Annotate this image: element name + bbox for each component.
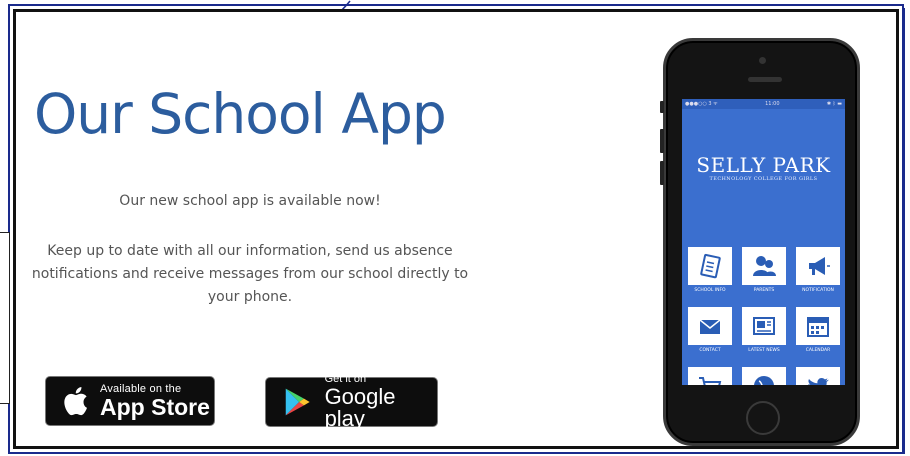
tile-label: CALENDAR <box>805 348 831 353</box>
tile-parents[interactable]: PARENTS <box>742 247 786 293</box>
tile-shop[interactable] <box>688 367 732 385</box>
google-play-button[interactable]: Get it on Google play <box>265 374 438 431</box>
globe-icon <box>754 376 774 385</box>
tile-contact[interactable]: CONTACT <box>688 307 732 353</box>
status-time: 11:00 <box>765 101 780 107</box>
phone-camera <box>759 57 766 64</box>
tile-label: CONTACT <box>699 348 721 353</box>
signal-indicator: ●●●○○ 3 ᯤ <box>685 101 718 107</box>
notebook-icon <box>700 253 721 279</box>
twitter-icon <box>808 378 829 385</box>
tile-label: PARENTS <box>753 288 775 293</box>
right-edge-bar <box>902 8 905 454</box>
school-name: SELLY PARK <box>696 153 831 177</box>
phone-mute-switch <box>660 101 664 113</box>
google-play-label: Google play <box>324 384 396 431</box>
apple-icon <box>64 387 87 416</box>
tile-notification[interactable]: NOTIFICATION <box>796 247 840 293</box>
battery-indicator: ✱ ᛒ ▬ <box>826 101 842 107</box>
app-description: Keep up to date with all our information… <box>31 243 469 305</box>
tile-school-info[interactable]: SCHOOL INFO <box>688 247 732 293</box>
app-store-label: App Store <box>100 393 210 420</box>
phone-volume-down <box>660 161 664 185</box>
people-icon <box>753 256 776 276</box>
app-available-text: Our new school app is available now! <box>119 193 381 209</box>
phone-volume-up <box>660 129 664 153</box>
phone-mockup: ●●●○○ 3 ᯤ 11:00 ✱ ᛒ ▬ SELLY PARK TECHNOL… <box>660 38 860 446</box>
phone-home-button <box>746 401 780 435</box>
tile-latest-news[interactable]: LATEST NEWS <box>742 307 786 353</box>
tile-website[interactable] <box>742 367 786 385</box>
newspaper-icon <box>753 317 775 335</box>
envelope-icon <box>699 319 721 334</box>
calendar-icon <box>807 317 829 337</box>
page-title: Our School App <box>34 82 447 146</box>
phone-speaker <box>748 77 782 82</box>
tile-calendar[interactable]: CALENDAR <box>796 307 840 353</box>
school-subtitle: TECHNOLOGY COLLEGE FOR GIRLS <box>709 176 818 182</box>
tile-label: LATEST NEWS <box>748 348 780 353</box>
side-box <box>0 232 10 404</box>
app-store-button[interactable]: Available on the App Store <box>45 376 215 426</box>
tile-label: SCHOOL INFO <box>694 288 726 293</box>
tile-label: NOTIFICATION <box>802 288 834 293</box>
cart-icon <box>699 377 722 385</box>
tile-twitter[interactable] <box>796 367 840 385</box>
google-play-icon <box>285 388 310 416</box>
app-tile-grid: SCHOOL INFO PARENTS NOTIFICATION CONTACT… <box>688 247 840 385</box>
phone-screen: ●●●○○ 3 ᯤ 11:00 ✱ ᛒ ▬ SELLY PARK TECHNOL… <box>682 99 845 385</box>
megaphone-icon <box>809 257 830 275</box>
app-store-caption: Available on the <box>100 382 182 395</box>
status-bar: ●●●○○ 3 ᯤ 11:00 ✱ ᛒ ▬ <box>682 99 845 109</box>
